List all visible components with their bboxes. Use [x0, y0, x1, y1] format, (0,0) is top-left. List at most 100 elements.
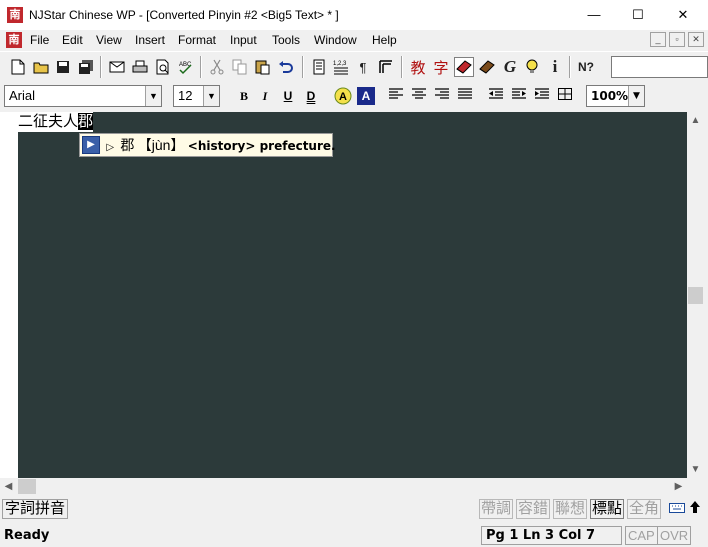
toolbar-search-input[interactable]: [611, 56, 708, 78]
menu-input[interactable]: Input: [230, 33, 257, 47]
arrow-up-icon[interactable]: [687, 501, 703, 517]
align-center-icon[interactable]: [410, 87, 428, 105]
ime-option-tone[interactable]: 帶調: [479, 499, 514, 519]
character-zi-button[interactable]: 字: [431, 57, 451, 77]
google-g-button[interactable]: G: [500, 57, 520, 77]
info-i-button[interactable]: i: [545, 57, 565, 77]
mdi-restore-button[interactable]: ▫: [669, 32, 685, 47]
context-help-button[interactable]: N?: [576, 57, 596, 77]
status-bar: Ready Pg 1 Ln 3 Col 7 CAP OVR: [0, 524, 708, 547]
minimize-button[interactable]: —: [571, 0, 617, 30]
print-preview-icon[interactable]: [153, 57, 173, 77]
print-icon[interactable]: [130, 57, 150, 77]
scroll-right-icon[interactable]: ▶: [670, 478, 687, 495]
app-logo-icon: 南: [7, 7, 23, 23]
scroll-down-icon[interactable]: ▼: [687, 461, 704, 478]
mdi-close-button[interactable]: ✕: [688, 32, 704, 47]
ime-option-fuzzy[interactable]: 容錯: [516, 499, 551, 519]
overwrite-indicator: OVR: [657, 526, 692, 545]
font-name-select[interactable]: Arial ▼: [4, 85, 162, 107]
align-right-icon[interactable]: [433, 87, 451, 105]
open-folder-icon[interactable]: [31, 57, 51, 77]
menu-window[interactable]: Window: [314, 33, 357, 47]
document-icon[interactable]: 南: [6, 32, 22, 48]
font-color-button[interactable]: A: [357, 87, 375, 105]
standard-toolbar: ABC 1,2,3 ¶ 教 字 G i N?: [0, 51, 708, 81]
dictionary-tooltip: ▶ ▷ 郡 【jùn】 <history> prefecture.: [79, 133, 336, 157]
font-size-select[interactable]: 12 ▼: [173, 85, 220, 107]
word-list-book-icon[interactable]: [477, 57, 497, 77]
menu-edit[interactable]: Edit: [62, 33, 83, 47]
input-mode-button[interactable]: 字詞拼音: [2, 499, 69, 519]
underline-button[interactable]: U: [279, 87, 297, 105]
align-left-icon[interactable]: [387, 87, 405, 105]
mdi-minimize-button[interactable]: _: [650, 32, 666, 47]
tooltip-hanzi: 郡: [120, 137, 135, 153]
tutor-jiao-button[interactable]: 教: [408, 57, 428, 77]
chevron-down-icon[interactable]: ▼: [628, 86, 644, 106]
menu-file[interactable]: File: [30, 33, 49, 47]
menu-format[interactable]: Format: [178, 33, 216, 47]
document-text: 二征夫人: [18, 113, 79, 130]
italic-button[interactable]: I: [256, 87, 274, 105]
new-document-icon[interactable]: [8, 57, 28, 77]
menu-bar: 南 File Edit View Insert Format Input Too…: [0, 30, 708, 50]
scroll-up-icon[interactable]: ▲: [687, 112, 704, 129]
indent-decrease-icon[interactable]: [487, 87, 505, 105]
window-title: NJStar Chinese WP - [Converted Pinyin #2…: [29, 8, 339, 22]
double-underline-button[interactable]: D: [302, 87, 320, 105]
horizontal-scroll-thumb[interactable]: [18, 479, 36, 494]
lightbulb-icon[interactable]: [522, 57, 542, 77]
ime-option-fullwidth[interactable]: 全角: [627, 499, 662, 519]
scroll-left-icon[interactable]: ◀: [0, 478, 17, 495]
zoom-value: 100%: [591, 89, 629, 103]
dictionary-book-icon[interactable]: [454, 57, 474, 77]
zoom-select[interactable]: 100% ▼: [586, 85, 645, 107]
highlight-marker-icon[interactable]: A: [334, 87, 352, 105]
mail-icon[interactable]: [107, 57, 127, 77]
cut-scissors-icon[interactable]: [207, 57, 227, 77]
document-text-line[interactable]: 二征夫人郡: [18, 112, 94, 132]
speaker-play-icon[interactable]: ▶: [82, 136, 100, 154]
svg-text:A: A: [339, 91, 347, 103]
indent-increase-icon[interactable]: [510, 87, 528, 105]
menu-insert[interactable]: Insert: [135, 33, 165, 47]
save-all-icon[interactable]: [76, 57, 96, 77]
close-button[interactable]: ✕: [660, 0, 706, 30]
save-disk-icon[interactable]: [53, 57, 73, 77]
pronounce-icon[interactable]: ▷: [106, 142, 114, 153]
line-numbering-icon[interactable]: 1,2,3: [331, 57, 351, 77]
font-name-value: Arial: [9, 88, 36, 103]
caps-lock-indicator: CAP: [625, 526, 658, 545]
bold-button[interactable]: B: [235, 87, 253, 105]
table-grid-icon[interactable]: [556, 87, 574, 105]
keyboard-icon[interactable]: [669, 501, 685, 517]
title-bar: 南 NJStar Chinese WP - [Converted Pinyin …: [0, 0, 708, 30]
format-toolbar: Arial ▼ 12 ▼ B I U D A A 100% ▼: [0, 82, 708, 110]
scroll-corner: [687, 478, 704, 495]
chevron-down-icon[interactable]: ▼: [145, 86, 161, 106]
cursor-position: Pg 1 Ln 3 Col 7: [481, 526, 622, 545]
show-paragraph-marks-icon[interactable]: ¶: [353, 57, 373, 77]
menu-help[interactable]: Help: [372, 33, 397, 47]
copy-icon[interactable]: [230, 57, 250, 77]
document-info-icon[interactable]: [309, 57, 329, 77]
vertical-text-icon[interactable]: [376, 57, 396, 77]
paste-clipboard-icon[interactable]: [253, 57, 273, 77]
document-editor[interactable]: [18, 112, 687, 478]
justify-icon[interactable]: [456, 87, 474, 105]
menu-tools[interactable]: Tools: [272, 33, 300, 47]
menu-view[interactable]: View: [96, 33, 122, 47]
undo-icon[interactable]: [276, 57, 296, 77]
ime-option-association[interactable]: 聯想: [553, 499, 588, 519]
chevron-down-icon[interactable]: ▼: [203, 86, 219, 106]
horizontal-scrollbar[interactable]: ◀ ▶: [0, 478, 687, 495]
maximize-button[interactable]: ☐: [615, 0, 661, 30]
vertical-scroll-thumb[interactable]: [688, 287, 703, 304]
spellcheck-icon[interactable]: ABC: [176, 57, 196, 77]
ime-option-punctuation[interactable]: 標點: [590, 499, 625, 519]
hanging-indent-icon[interactable]: [533, 87, 551, 105]
svg-text:1,2,3: 1,2,3: [333, 61, 347, 67]
selected-character[interactable]: 郡: [78, 113, 94, 130]
vertical-scrollbar[interactable]: ▲ ▼: [687, 112, 704, 478]
